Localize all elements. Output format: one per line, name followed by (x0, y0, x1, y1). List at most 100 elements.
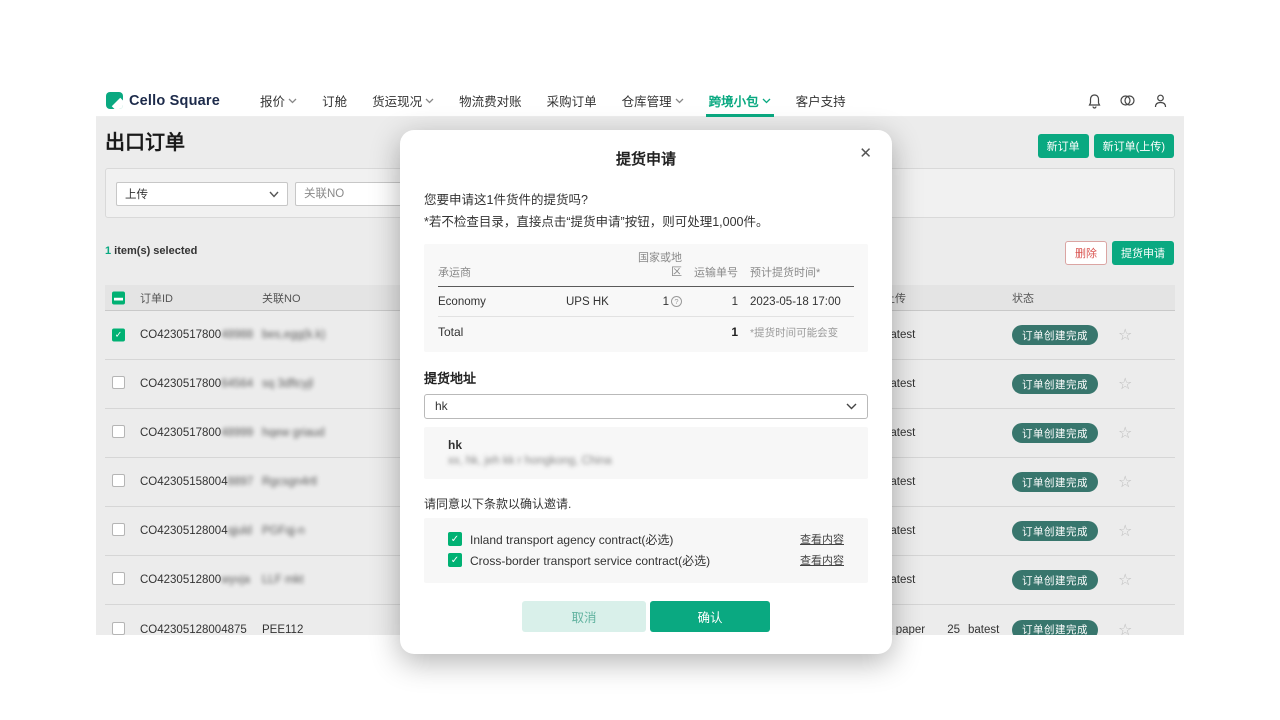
pickup-address-detail: hk xx, hk, jeh kk r hongkong, China (424, 427, 868, 479)
main-nav: 报价 订舱 货运现况 物流费对账 采购订单 仓库管理 (260, 85, 846, 117)
star-icon[interactable]: ☆ (1118, 521, 1132, 541)
pickup-address-select[interactable]: hk (424, 394, 868, 419)
row-checkbox[interactable] (112, 474, 125, 487)
row-checkbox[interactable] (112, 523, 125, 536)
related-no-cell: PEE112 (262, 624, 303, 636)
row-checkbox[interactable] (112, 376, 125, 389)
circles-icon[interactable] (1119, 93, 1136, 108)
brand-name: Cello Square (129, 93, 220, 109)
cello-square-logo-icon (106, 92, 123, 109)
bell-icon[interactable] (1087, 93, 1102, 109)
nav-item-customer-support[interactable]: 客户支持 (796, 85, 846, 117)
chevron-down-icon (425, 98, 434, 104)
view-content-link[interactable]: 查看内容 (800, 531, 844, 547)
related-no-cell: LLF mkt (262, 574, 304, 586)
col-pickup-time: 预计提货时间* (738, 264, 854, 280)
new-order-button[interactable]: 新订单 (1038, 134, 1089, 158)
nav-item-warehouse-management[interactable]: 仓库管理 (622, 85, 684, 117)
carrier-cell: UPS HK (566, 296, 630, 308)
top-navigation-bar: Cello Square 报价 订舱 货运现况 物流费对账 采购订 (96, 85, 1184, 117)
nav-label: 采购订单 (547, 91, 597, 110)
page-title: 出口订单 (105, 126, 185, 155)
shipment-summary-table: 承运商 国家或地区 运输单号 预计提货时间* Economy UPS HK 1?… (424, 244, 868, 352)
pickup-time-cell: 2023-05-18 17:00 (738, 296, 854, 308)
order-id-cell: CO423051780064564 (140, 378, 253, 390)
col-shipment-no: 运输单号 (682, 264, 738, 280)
checkbox-checked-icon[interactable]: ✓ (448, 532, 462, 546)
confirm-button[interactable]: 确认 (650, 601, 770, 632)
status-badge: 订单创建完成 (1012, 472, 1098, 492)
nav-item-freight-reconciliation[interactable]: 物流费对账 (459, 85, 522, 117)
star-icon[interactable]: ☆ (1118, 472, 1132, 492)
nav-item-purchase-order[interactable]: 采购订单 (547, 85, 597, 117)
nav-label: 仓库管理 (622, 91, 672, 110)
status-badge: 订单创建完成 (1012, 423, 1098, 443)
new-order-upload-button[interactable]: 新订单(上传) (1094, 134, 1174, 158)
nav-label: 物流费对账 (459, 91, 522, 110)
upload-cell: batest (968, 624, 999, 636)
page-actions: 新订单 新订单(上传) (1038, 134, 1174, 158)
chevron-down-icon (675, 98, 684, 104)
order-id-cell: CO423051580048897 (140, 476, 253, 488)
modal-note: *若不检查目录，直接点击“提货申请”按钮，则可处理1,000件。 (424, 211, 868, 230)
star-icon[interactable]: ☆ (1118, 570, 1132, 590)
shipment-table-row: Economy UPS HK 1? 1 2023-05-18 17:00 (438, 287, 854, 317)
related-no-cell: Rgcsgn4rtl (262, 476, 317, 488)
nav-item-booking[interactable]: 订舱 (322, 85, 347, 117)
info-icon[interactable]: ? (671, 296, 682, 307)
related-no-cell: PGFqj-n (262, 525, 305, 537)
address-line: xx, hk, jeh kk r hongkong, China (448, 455, 844, 467)
star-icon[interactable]: ☆ (1118, 423, 1132, 443)
upload-filter-value: 上传 (125, 186, 148, 202)
nav-label: 跨境小包 (709, 91, 759, 110)
checkbox-checked-icon[interactable]: ✓ (448, 553, 462, 567)
row-checkbox[interactable]: ✓ (112, 329, 125, 342)
nav-item-cross-border-parcel[interactable]: 跨境小包 (709, 85, 771, 117)
shipment-table-header: 承运商 国家或地区 运输单号 预计提货时间* (438, 252, 854, 287)
upload-filter-select[interactable]: 上传 (116, 182, 288, 206)
pickup-request-modal: 提货申请 ✕ 您要申请这1件货件的提货吗? *若不检查目录，直接点击“提货申请”… (400, 130, 892, 654)
screenshot-canvas: Cello Square 报价 订舱 货运现况 物流费对账 采购订 (0, 0, 1280, 720)
view-content-link[interactable]: 查看内容 (800, 552, 844, 568)
row-checkbox[interactable] (112, 622, 125, 635)
status-badge: 订单创建完成 (1012, 374, 1098, 394)
star-icon[interactable]: ☆ (1118, 325, 1132, 345)
modal-title: 提货申请 (424, 148, 868, 169)
term-item-inland: ✓ Inland transport agency contract(必选) 查… (448, 531, 844, 548)
delete-button[interactable]: 删除 (1065, 241, 1107, 265)
row-checkbox[interactable] (112, 572, 125, 585)
order-id-cell: CO423051780048988 (140, 329, 253, 341)
status-badge: 订单创建完成 (1012, 570, 1098, 590)
pickup-request-button[interactable]: 提货申请 (1112, 241, 1174, 265)
service-cell: Economy (438, 296, 566, 308)
nav-item-quote[interactable]: 报价 (260, 85, 297, 117)
terms-prompt: 请同意以下条款以确认邀请. (424, 495, 868, 512)
cancel-button[interactable]: 取消 (522, 601, 646, 632)
star-icon[interactable]: ☆ (1118, 374, 1132, 394)
total-label: Total (438, 325, 566, 339)
term-item-cross-border: ✓ Cross-border transport service contrac… (448, 552, 844, 569)
related-no-cell: sq 3dftcyjl (262, 378, 313, 390)
related-no-cell: hqew griaud (262, 427, 325, 439)
modal-question: 您要申请这1件货件的提货吗? (424, 189, 868, 208)
chevron-down-icon (762, 98, 771, 104)
nav-label: 订舱 (322, 91, 347, 110)
user-icon[interactable] (1153, 93, 1168, 109)
row-checkbox[interactable] (112, 425, 125, 438)
country-qty-cell: 1? (630, 296, 682, 308)
nav-label: 客户支持 (796, 91, 846, 110)
order-id-cell: CO4230512800wyvja (140, 574, 250, 586)
star-icon[interactable]: ☆ (1118, 620, 1132, 636)
selection-actions: 删除 提货申请 (1065, 241, 1174, 265)
top-right-icons (1087, 93, 1168, 109)
status-badge: 订单创建完成 (1012, 325, 1098, 345)
brand-logo[interactable]: Cello Square (106, 92, 220, 109)
header-related-no: 关联NO (262, 290, 301, 306)
close-icon[interactable]: ✕ (859, 146, 872, 161)
nav-item-cargo-status[interactable]: 货运现况 (372, 85, 434, 117)
term-label: Cross-border transport service contract(… (470, 552, 710, 569)
select-all-checkbox[interactable]: ▬ (112, 291, 125, 304)
status-badge: 订单创建完成 (1012, 521, 1098, 541)
chevron-down-icon (269, 191, 279, 198)
selected-count-text: 1 item(s) selected (105, 245, 197, 257)
